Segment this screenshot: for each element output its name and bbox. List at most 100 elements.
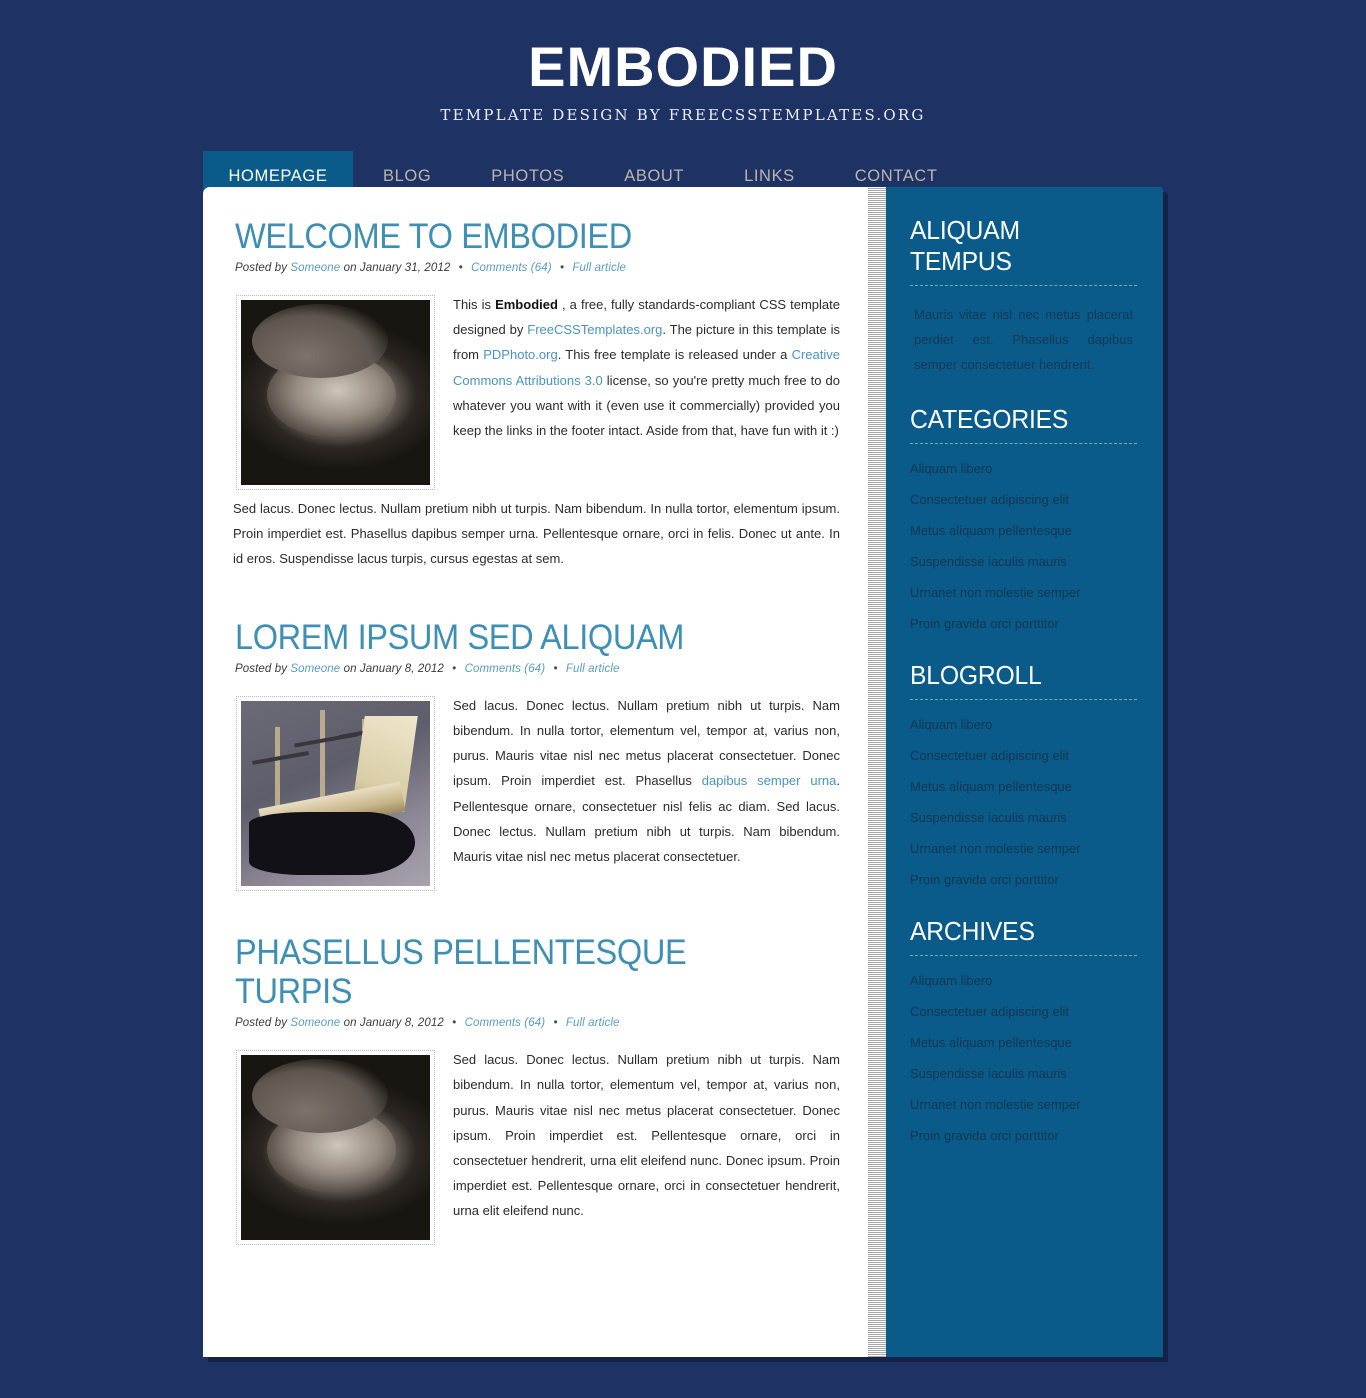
- list-item: Urnanet non molestie semper: [910, 1096, 1137, 1114]
- sidebar-link[interactable]: Urnanet non molestie semper: [910, 1097, 1081, 1112]
- post-author-link[interactable]: Someone: [290, 262, 340, 274]
- emphasis-term: Embodied: [495, 296, 558, 312]
- sidebar-box-categories: CATEGORIES Aliquam libero Consectetuer a…: [910, 404, 1137, 633]
- sidebar-divider: [910, 442, 1137, 444]
- list-item: Aliquam libero: [910, 460, 1137, 478]
- on-label: on: [343, 1017, 357, 1030]
- sidebar-heading: ARCHIVES: [910, 915, 1035, 946]
- post-meta: Posted by Someone on January 31, 2012 • …: [235, 262, 840, 274]
- sidebar-link[interactable]: Proin gravida orci porttitor: [910, 616, 1059, 631]
- sidebar-link[interactable]: Aliquam libero: [910, 461, 992, 476]
- sidebar-list: Aliquam libero Consectetuer adipiscing e…: [910, 460, 1137, 633]
- hull-icon: [248, 811, 415, 875]
- sidebar-text: Mauris vitae nisl nec metus placerat per…: [914, 306, 1133, 372]
- post-title: LOREM IPSUM SED ALIQUAM: [235, 617, 685, 657]
- post-entry: PHASELLUS PELLENTESQUE TURPIS Posted by …: [233, 933, 840, 1251]
- post-body: Sed lacus. Donec lectus. Nullam pretium …: [233, 1047, 840, 1251]
- post-date: January 31, 2012: [359, 261, 451, 274]
- coin-photo: [241, 1055, 430, 1241]
- sidebar-link[interactable]: Metus aliquam pellentesque: [910, 779, 1072, 794]
- list-item: Proin gravida orci porttitor: [910, 615, 1137, 633]
- post-thumbnail: [236, 294, 435, 490]
- sidebar-list: Aliquam libero Consectetuer adipiscing e…: [910, 716, 1137, 889]
- post-fullarticle-link[interactable]: Full article: [566, 1017, 620, 1029]
- meta-separator: •: [452, 662, 457, 675]
- inline-link[interactable]: dapibus semper urna: [702, 773, 837, 788]
- sidebar-link[interactable]: Consectetuer adipiscing elit: [910, 492, 1069, 507]
- sidebar-link[interactable]: Proin gravida orci porttitor: [910, 1128, 1059, 1143]
- list-item: Urnanet non molestie semper: [910, 584, 1137, 602]
- post-comments-link[interactable]: Comments (64): [471, 262, 552, 274]
- pdphoto-link[interactable]: PDPhoto.org: [483, 347, 557, 362]
- post-meta: Posted by Someone on January 8, 2012 • C…: [235, 663, 840, 675]
- list-item: Consectetuer adipiscing elit: [910, 747, 1137, 765]
- post-entry: LOREM IPSUM SED ALIQUAM Posted by Someon…: [233, 618, 840, 897]
- sidebar-link[interactable]: Metus aliquam pellentesque: [910, 523, 1072, 538]
- post-author-link[interactable]: Someone: [290, 663, 340, 675]
- sidebar-divider: [910, 954, 1137, 956]
- on-label: on: [343, 662, 357, 675]
- sidebar-link[interactable]: Suspendisse iaculis mauris: [910, 810, 1067, 825]
- post-comments-link[interactable]: Comments (64): [465, 663, 546, 675]
- post-meta: Posted by Someone on January 8, 2012 • C…: [235, 1017, 840, 1029]
- post-title: PHASELLUS PELLENTESQUE TURPIS: [235, 932, 687, 1011]
- sidebar-link[interactable]: Suspendisse iaculis mauris: [910, 1066, 1067, 1081]
- sidebar-box-blogroll: BLOGROLL Aliquam libero Consectetuer adi…: [910, 660, 1137, 889]
- post-author-link[interactable]: Someone: [290, 1017, 340, 1029]
- site-tagline: TEMPLATE DESIGN BY FREECSSTEMPLATES.ORG: [440, 105, 926, 124]
- sidebar-link[interactable]: Urnanet non molestie semper: [910, 841, 1081, 856]
- posted-by-label: Posted by: [235, 662, 288, 675]
- list-item: Consectetuer adipiscing elit: [910, 1003, 1137, 1021]
- list-item: Metus aliquam pellentesque: [910, 1034, 1137, 1052]
- sidebar-link[interactable]: Proin gravida orci porttitor: [910, 872, 1059, 887]
- text-run: This is: [453, 296, 496, 312]
- list-item: Proin gravida orci porttitor: [910, 871, 1137, 889]
- sidebar-list: Aliquam libero Consectetuer adipiscing e…: [910, 972, 1137, 1145]
- sidebar-link[interactable]: Aliquam libero: [910, 973, 992, 988]
- post-comments-link[interactable]: Comments (64): [465, 1017, 546, 1029]
- list-item: Metus aliquam pellentesque: [910, 778, 1137, 796]
- sidebar-heading: CATEGORIES: [910, 403, 1069, 434]
- site-title: EMBODIED: [528, 35, 838, 98]
- sidebar-link[interactable]: Consectetuer adipiscing elit: [910, 1004, 1069, 1019]
- list-item: Metus aliquam pellentesque: [910, 522, 1137, 540]
- post-spacer: [233, 588, 840, 618]
- list-item: Suspendisse iaculis mauris: [910, 553, 1137, 571]
- posted-by-label: Posted by: [235, 1017, 288, 1030]
- coin-photo: [241, 299, 430, 485]
- list-item: Suspendisse iaculis mauris: [910, 1065, 1137, 1083]
- column-divider: [868, 186, 886, 1357]
- sidebar-link[interactable]: Consectetuer adipiscing elit: [910, 748, 1069, 763]
- sidebar-box-aliquam-tempus: ALIQUAM TEMPUS Mauris vitae nisl nec met…: [910, 215, 1137, 377]
- meta-separator: •: [458, 261, 463, 274]
- content-column: WELCOME TO EMBODIED Posted by Someone on…: [203, 186, 868, 1357]
- list-item: Proin gravida orci porttitor: [910, 1127, 1137, 1145]
- meta-separator: •: [452, 1017, 457, 1030]
- sidebar-column: ALIQUAM TEMPUS Mauris vitae nisl nec met…: [886, 186, 1163, 1357]
- text-run: . This free template is released under a: [557, 347, 792, 363]
- spar-icon: [252, 751, 309, 765]
- meta-separator: •: [559, 261, 565, 274]
- post-fullarticle-link[interactable]: Full article: [572, 262, 626, 274]
- freecsstemplates-link[interactable]: FreeCSSTemplates.org: [527, 322, 662, 337]
- post-body: This is Embodied , a free, fully standar…: [233, 292, 840, 572]
- post-thumbnail: [236, 695, 435, 891]
- post-date: January 8, 2012: [359, 1017, 444, 1030]
- on-label: on: [343, 261, 357, 274]
- sidebar-link[interactable]: Metus aliquam pellentesque: [910, 1035, 1072, 1050]
- site-header: EMBODIED TEMPLATE DESIGN BY FREECSSTEMPL…: [0, 0, 1366, 124]
- sidebar-divider: [910, 284, 1137, 286]
- sidebar-box-archives: ARCHIVES Aliquam libero Consectetuer adi…: [910, 916, 1137, 1145]
- sidebar-divider: [910, 698, 1137, 700]
- sidebar-link[interactable]: Urnanet non molestie semper: [910, 585, 1081, 600]
- post-entry: WELCOME TO EMBODIED Posted by Someone on…: [233, 217, 840, 572]
- sailing-ship-photo: [241, 700, 430, 886]
- sidebar-heading: BLOGROLL: [910, 659, 1042, 690]
- page-container: WELCOME TO EMBODIED Posted by Someone on…: [203, 186, 1163, 1357]
- list-item: Aliquam libero: [910, 972, 1137, 990]
- post-fullarticle-link[interactable]: Full article: [566, 663, 620, 675]
- post-spacer: [233, 903, 840, 933]
- sidebar-link[interactable]: Suspendisse iaculis mauris: [910, 554, 1067, 569]
- sidebar-link[interactable]: Aliquam libero: [910, 717, 992, 732]
- list-item: Consectetuer adipiscing elit: [910, 491, 1137, 509]
